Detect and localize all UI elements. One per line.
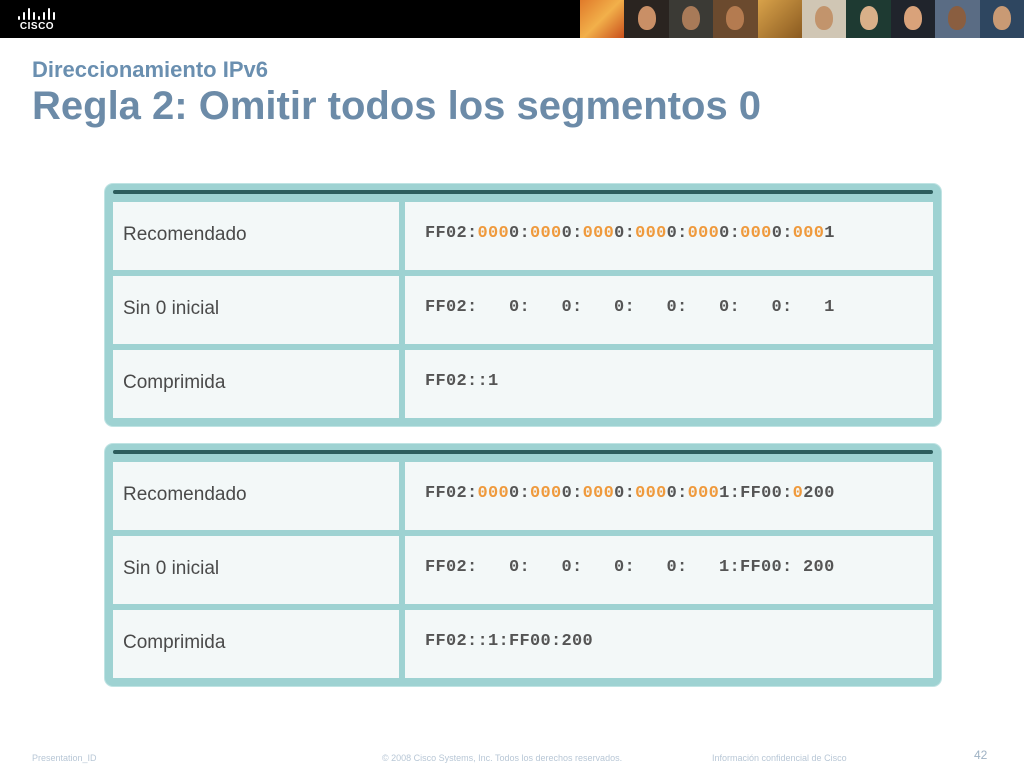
address-table-1: Recomendado FF02:0000:0000:0000:0000:000… [105, 184, 941, 426]
highlighted-zero: 000 [687, 484, 720, 503]
row-value-cell: FF02:0000:0000:0000:0000:0000:0000:0001 [405, 202, 933, 270]
ipv6-address: FF02: 0: 0: 0: 0: 1:FF00: 200 [425, 558, 835, 577]
highlighted-zero: 000 [792, 224, 825, 243]
slide-title: Regla 2: Omitir todos los segmentos 0 [32, 84, 762, 128]
photo-6 [802, 0, 847, 38]
cisco-logo-text: CISCO [19, 21, 55, 32]
row-label-cell: Sin 0 inicial [113, 536, 399, 604]
cisco-logo: CISCO [12, 4, 62, 34]
address-segment: 1 [824, 224, 835, 243]
photo-3 [668, 0, 714, 38]
ipv6-address: FF02:0000:0000:0000:0000:0000:0000:0001 [425, 224, 835, 243]
photo-4 [713, 0, 758, 38]
table-row: Recomendado FF02:0000:0000:0000:0000:000… [113, 202, 933, 270]
address-segment: 0: [614, 484, 636, 503]
table-row: Recomendado FF02:0000:0000:0000:0000:000… [113, 462, 933, 530]
highlighted-zero: 000 [530, 484, 562, 503]
row-value-cell: FF02:0000:0000:0000:0000:0001:FF00:0200 [405, 462, 933, 530]
table-row: Comprimida FF02::1 [113, 350, 933, 418]
slide-subtitle: Direccionamiento IPv6 [32, 57, 268, 82]
highlighted-zero: 000 [477, 224, 510, 243]
row-label: Comprimida [123, 372, 226, 393]
address-segment: FF02: 0: 0: 0: 0: 1:FF00: 200 [425, 558, 835, 577]
address-segment: 0: [666, 224, 688, 243]
address-segment: 200 [803, 484, 835, 503]
row-value-cell: FF02: 0: 0: 0: 0: 1:FF00: 200 [405, 536, 933, 604]
address-segment: FF02::1 [425, 372, 499, 391]
highlighted-zero: 000 [530, 224, 562, 243]
address-segment: 0: [771, 224, 793, 243]
ipv6-address: FF02: 0: 0: 0: 0: 0: 0: 1 [425, 298, 835, 317]
row-value-cell: FF02::1 [405, 350, 933, 418]
photo-2 [624, 0, 669, 38]
row-value-cell: FF02: 0: 0: 0: 0: 0: 0: 1 [405, 276, 933, 344]
photo-1 [580, 0, 625, 38]
address-segment: 0: [614, 224, 636, 243]
address-segment: 0: [509, 484, 531, 503]
ipv6-address: FF02:0000:0000:0000:0000:0001:FF00:0200 [425, 484, 835, 503]
ipv6-address: FF02::1:FF00:200 [425, 632, 593, 651]
highlighted-zero: 000 [635, 224, 667, 243]
address-segment: FF02: 0: 0: 0: 0: 0: 0: 1 [425, 298, 835, 317]
table-row: Sin 0 inicial FF02: 0: 0: 0: 0: 0: 0: 1 [113, 276, 933, 344]
highlighted-zero: 000 [687, 224, 720, 243]
row-value-cell: FF02::1:FF00:200 [405, 610, 933, 678]
photo-10 [979, 0, 1024, 38]
address-table-2: Recomendado FF02:0000:0000:0000:0000:000… [105, 444, 941, 686]
highlighted-zero: 0 [792, 484, 804, 503]
ipv6-address: FF02::1 [425, 372, 499, 391]
row-label-cell: Recomendado [113, 462, 399, 530]
page-number: 42 [974, 748, 988, 762]
address-segment: 0: [509, 224, 531, 243]
address-segment: 0: [719, 224, 741, 243]
row-label: Recomendado [123, 224, 247, 245]
highlighted-zero: 000 [582, 484, 615, 503]
address-segment: FF02::1:FF00:200 [425, 632, 594, 651]
table-header-bar [113, 190, 933, 194]
photo-5 [757, 0, 803, 38]
table-row: Sin 0 inicial FF02: 0: 0: 0: 0: 1:FF00: … [113, 536, 933, 604]
footer-copyright: © 2008 Cisco Systems, Inc. Todos los der… [382, 753, 623, 763]
row-label-cell: Comprimida [113, 610, 399, 678]
footer-confidential: Información confidencial de Cisco [712, 753, 847, 763]
highlighted-zero: 000 [740, 224, 772, 243]
cisco-bars-icon [16, 6, 58, 20]
highlighted-zero: 000 [477, 484, 510, 503]
row-label: Recomendado [123, 484, 247, 505]
row-label-cell: Sin 0 inicial [113, 276, 399, 344]
table-header-bar [113, 450, 933, 454]
address-segment: 1:FF00: [719, 484, 793, 503]
photo-strip [580, 0, 1024, 38]
address-segment: FF02: [425, 224, 478, 243]
table-row: Comprimida FF02::1:FF00:200 [113, 610, 933, 678]
address-segment: FF02: [425, 484, 478, 503]
address-segment: 0: [561, 224, 583, 243]
footer-presentation-id: Presentation_ID [32, 753, 97, 763]
row-label: Sin 0 inicial [123, 558, 220, 579]
photo-7 [846, 0, 891, 38]
photo-8 [890, 0, 936, 38]
highlighted-zero: 000 [635, 484, 667, 503]
row-label: Comprimida [123, 632, 226, 653]
row-label-cell: Comprimida [113, 350, 399, 418]
top-banner: CISCO [0, 0, 1024, 38]
row-label: Sin 0 inicial [123, 298, 220, 319]
address-segment: 0: [561, 484, 583, 503]
highlighted-zero: 000 [582, 224, 615, 243]
row-label-cell: Recomendado [113, 202, 399, 270]
photo-9 [935, 0, 980, 38]
address-segment: 0: [666, 484, 688, 503]
